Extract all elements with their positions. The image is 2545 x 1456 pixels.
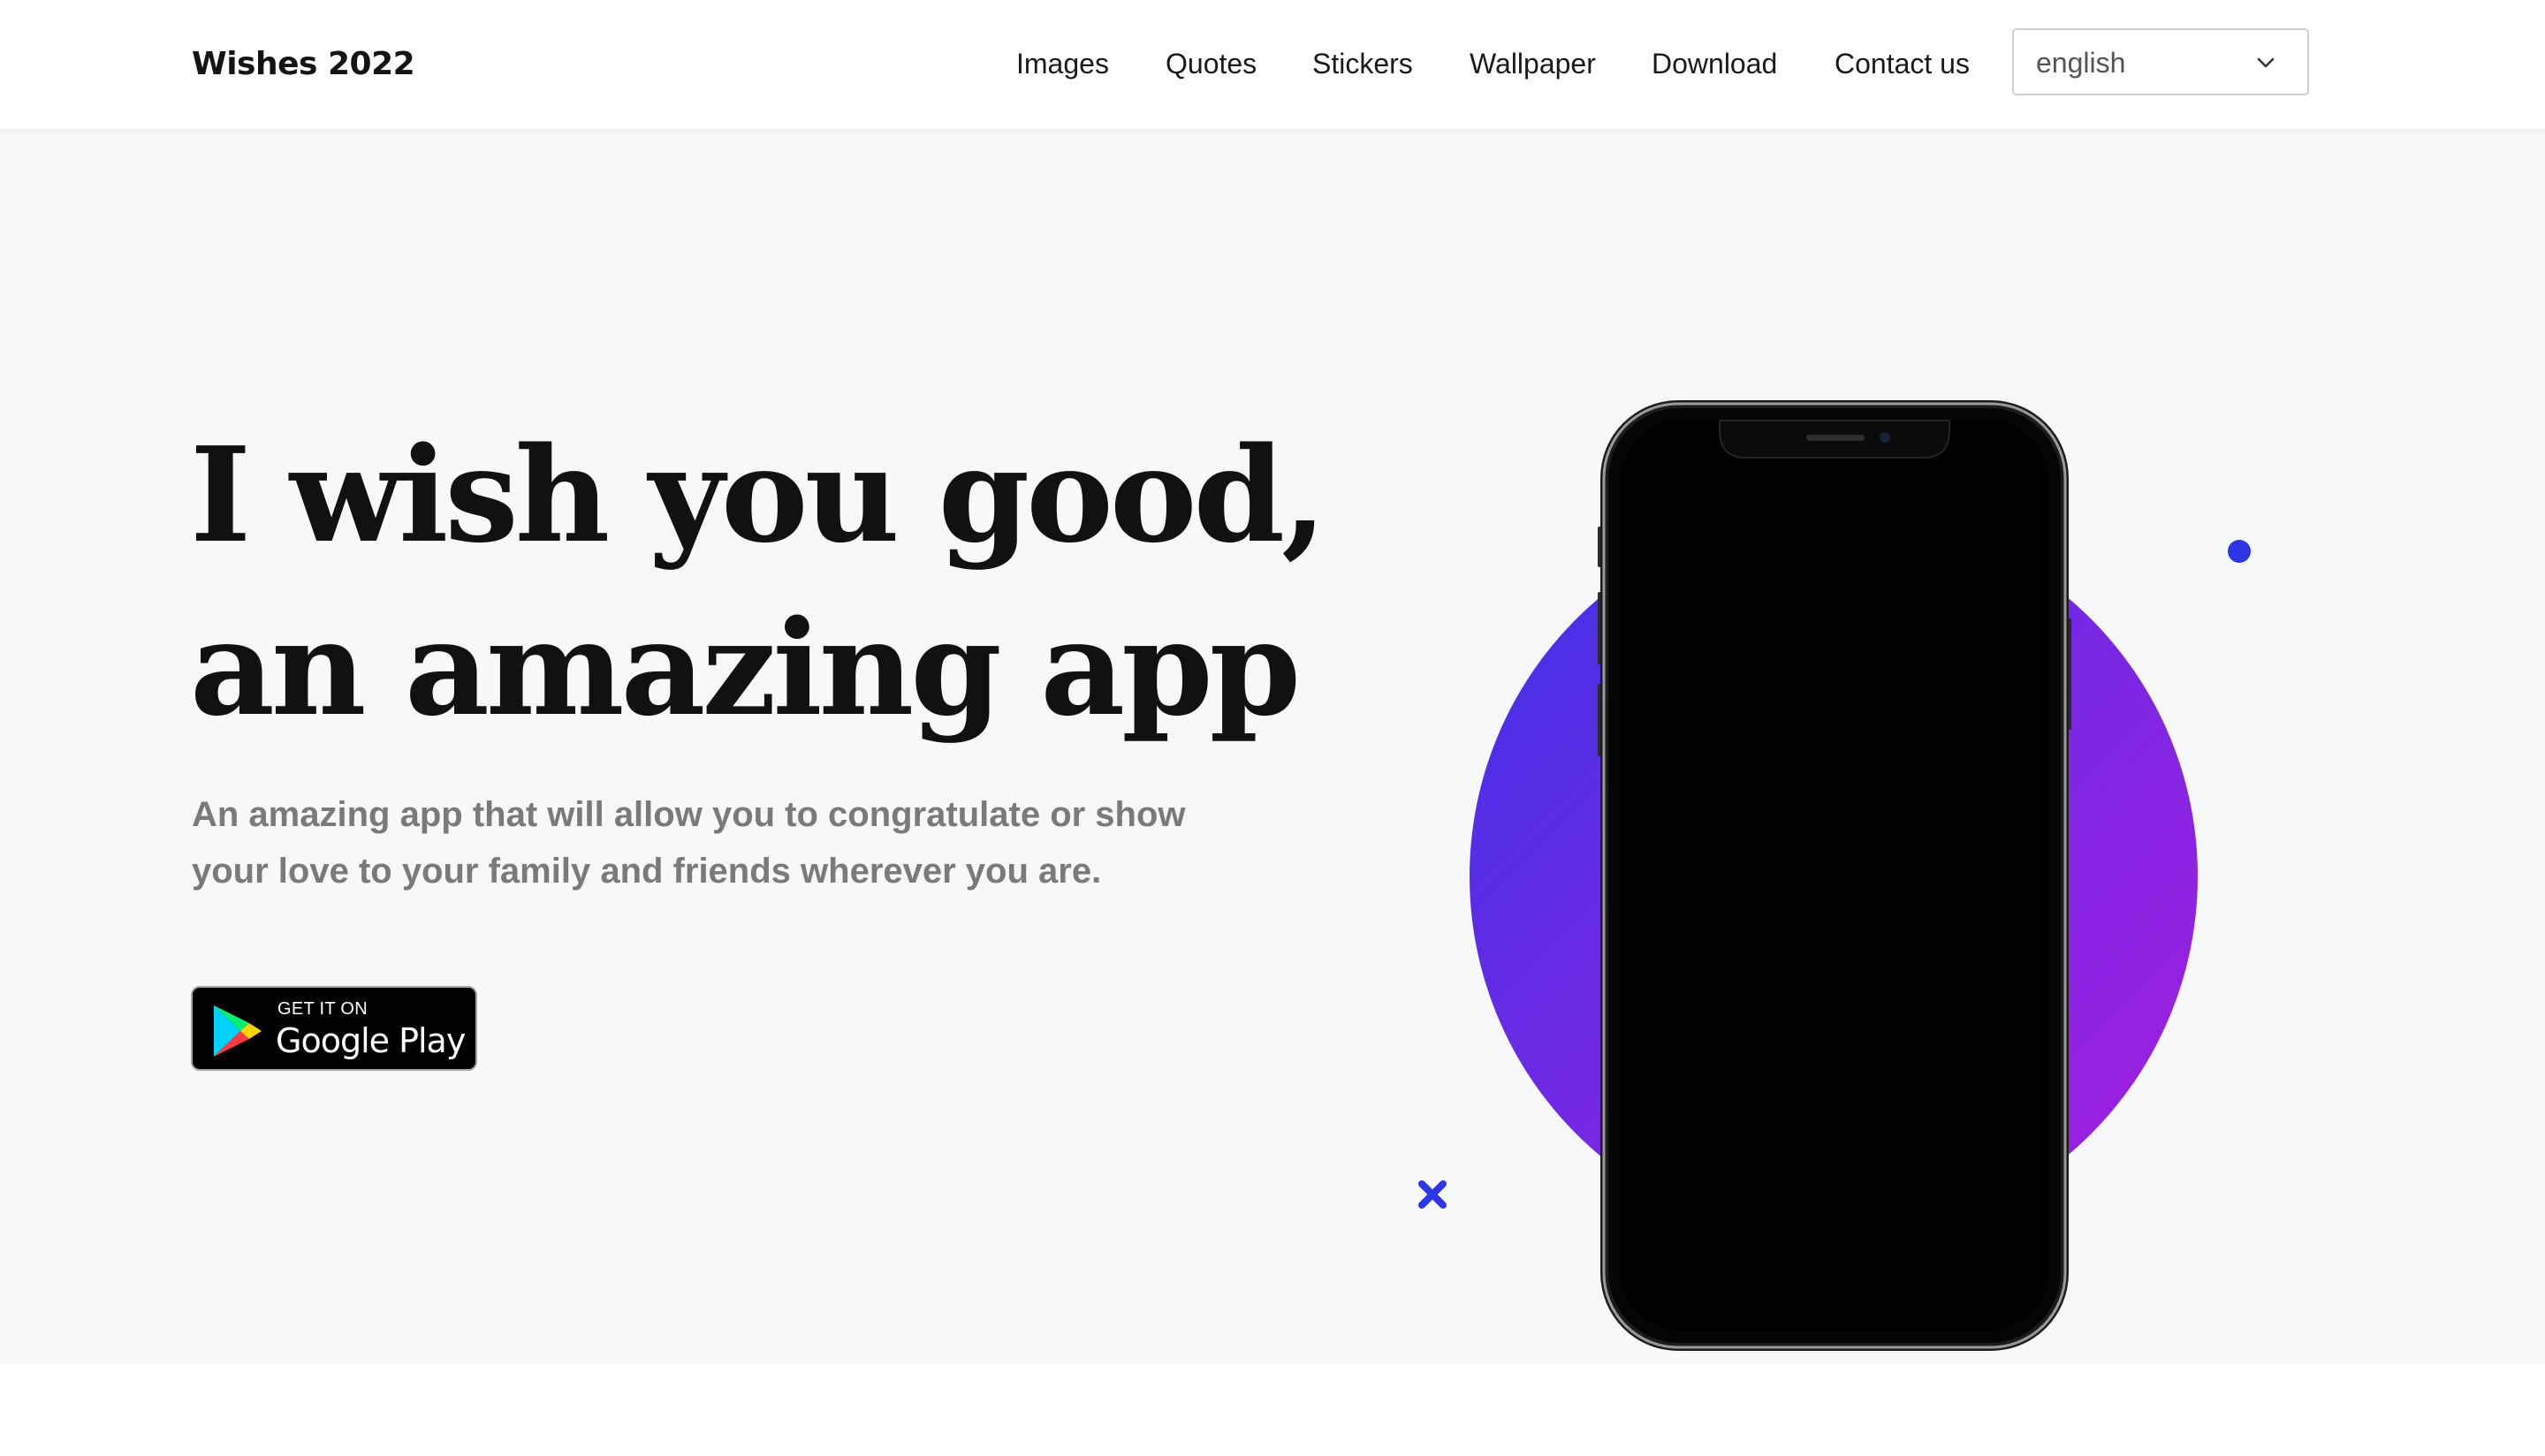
nav-link-quotes[interactable]: Quotes [1166,46,1257,81]
hero-subtitle: An amazing app that will allow you to co… [192,795,1186,891]
google-play-badge[interactable]: GET IT ON Google Play [191,986,477,1071]
decorative-cross-icon [1418,1180,1447,1209]
badge-store-name: Google Play [276,1021,466,1060]
nav-link-download[interactable]: Download [1652,46,1777,81]
badge-small-text: GET IT ON [277,999,368,1019]
nav-link-wallpaper[interactable]: Wallpaper [1470,46,1596,81]
hero-headline-line-2: an amazing app [190,591,1301,745]
nav-link-stickers[interactable]: Stickers [1312,46,1413,81]
nav-link-contact-us[interactable]: Contact us [1835,46,1970,81]
page-footer-space [0,1364,2545,1456]
chevron-down-icon [2257,57,2275,68]
language-select[interactable]: english [2012,28,2309,95]
hero-section: I wish you good, an amazing app An amazi… [0,129,2545,1364]
hero-headline: I wish you good, an amazing app [190,408,1327,755]
decorative-dot [2228,540,2251,563]
language-select-value: english [2036,47,2126,79]
nav-link-images[interactable]: Images [1016,46,1109,81]
brand-logo[interactable]: Wishes 2022 [192,44,415,85]
hero-headline-line-1: I wish you good, [190,418,1327,572]
google-play-icon [214,1005,262,1057]
phone-mockup [1598,400,2071,1351]
site-header: Wishes 2022 Images Quotes Stickers Wallp… [0,0,2545,129]
